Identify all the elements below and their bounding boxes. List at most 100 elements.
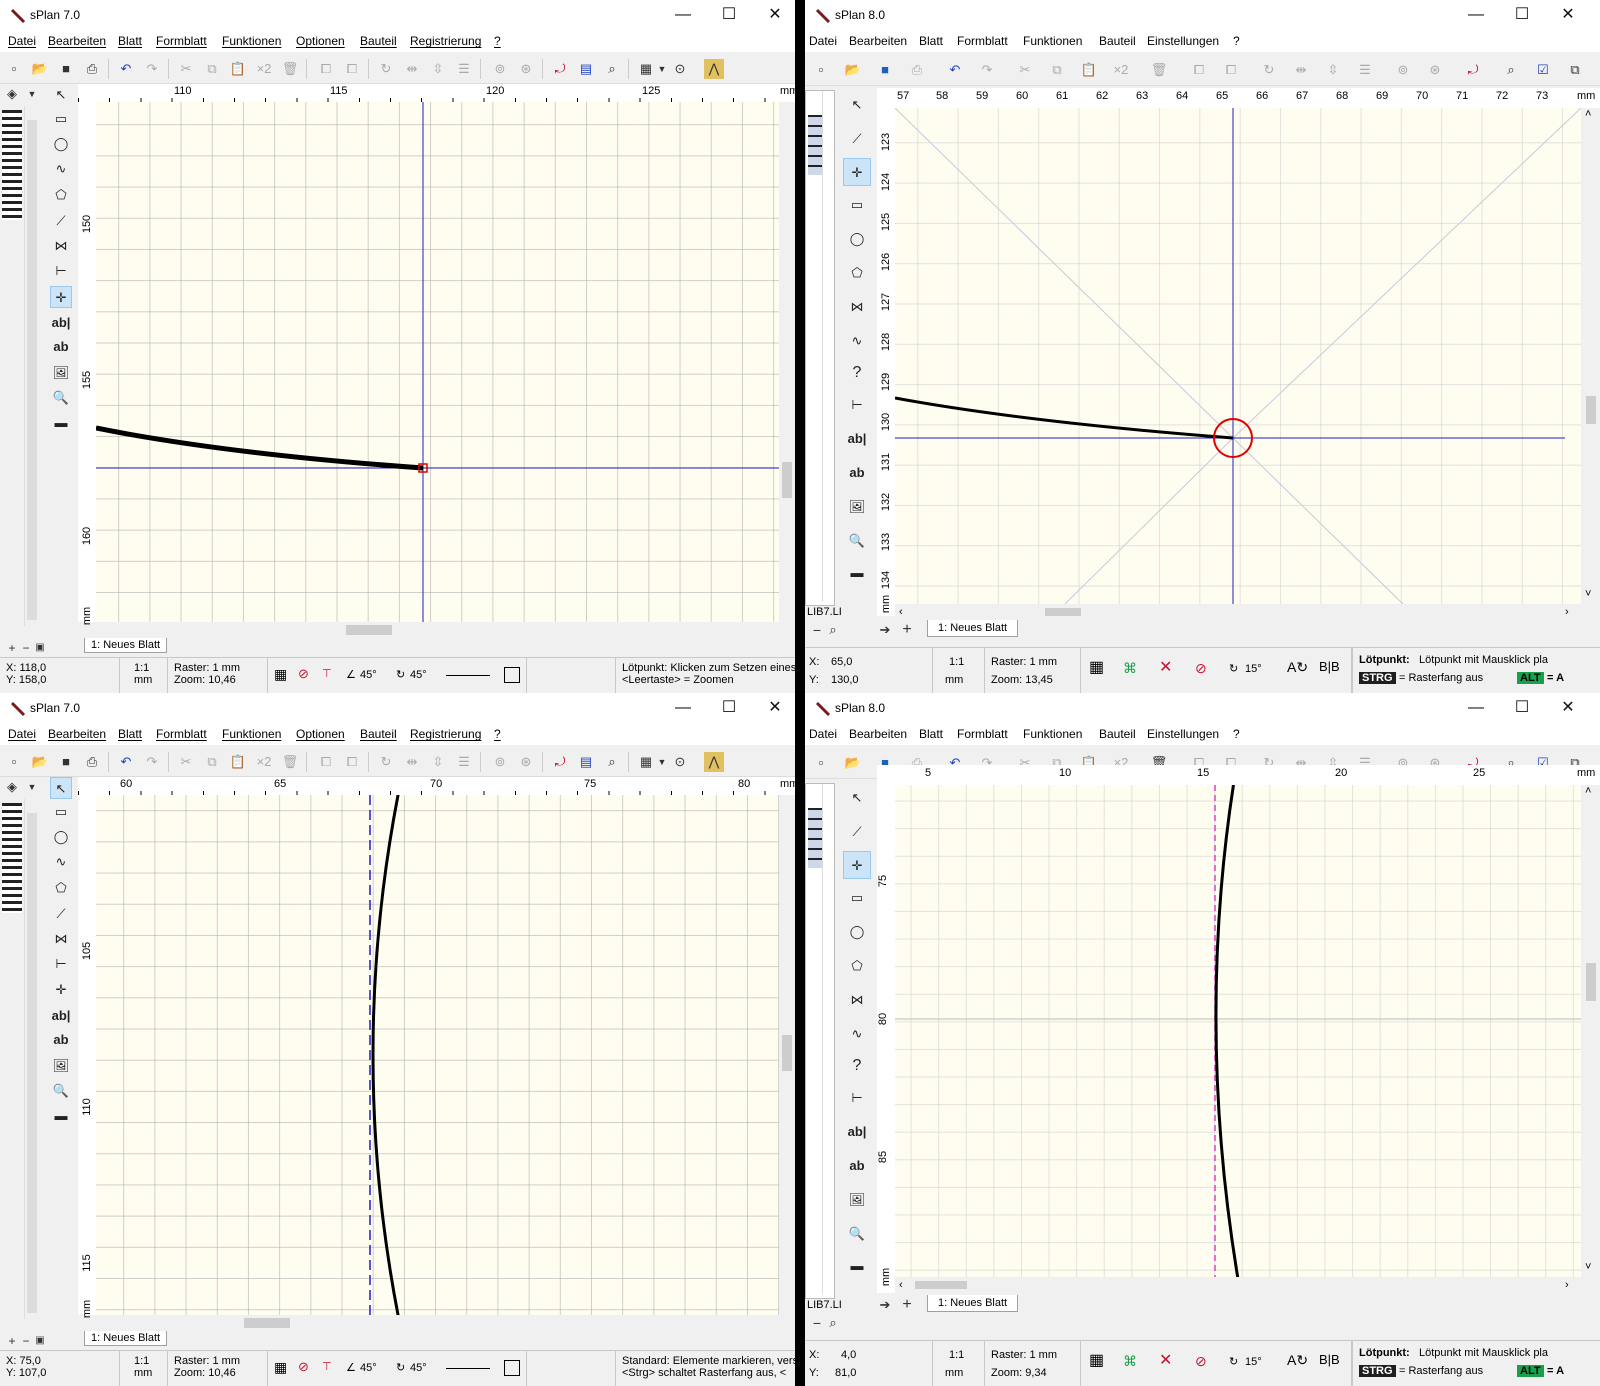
duplicate-icon[interactable]: ×2 [1111,60,1131,80]
close-button[interactable]: ✕ [1545,693,1591,723]
grid-menu-icon[interactable]: ▦ [636,59,656,79]
close-button[interactable]: ✕ [752,0,795,30]
menu-bauteil[interactable]: Bauteil [1099,727,1136,741]
menu-funktionen[interactable]: Funktionen [1023,34,1082,48]
fill-preview[interactable] [504,1360,520,1376]
grid-toggle-icon[interactable]: ▦ [1089,660,1104,676]
rectangle-icon[interactable]: ▭ [50,801,72,823]
menu-optionen[interactable]: Optionen [296,727,345,741]
line-icon[interactable]: ⟋ [50,210,72,232]
textbox-icon[interactable]: ab [846,1155,868,1177]
line-icon[interactable]: ⟋ [50,903,72,925]
find-icon[interactable]: ⌕ [602,752,622,772]
rotate-step-icon[interactable]: ↻ [1229,1356,1238,1368]
snap-icon[interactable]: ⌘ [1123,1354,1137,1368]
connect-icon[interactable]: ⤾ [550,752,570,772]
tab-sheet-1[interactable]: 1: Neues Blatt [84,1331,168,1346]
text-icon[interactable]: ab| [50,1005,72,1027]
window-icon[interactable]: ⧉ [1565,60,1585,80]
new-file-icon[interactable]: ▫ [4,59,24,79]
mirror-v-icon[interactable]: ⇳ [428,59,448,79]
zoom-fit-icon[interactable]: ⊙ [670,59,690,79]
paste-icon[interactable]: 📋 [228,59,248,79]
rectangle-icon[interactable]: ▭ [50,108,72,130]
snap-off-icon[interactable]: ✕ [1159,660,1172,676]
undo-icon[interactable]: ↶ [116,59,136,79]
cut-icon[interactable]: ✂ [176,59,196,79]
menu-registrierung[interactable]: Registrierung [410,34,481,48]
wire-mode-icon[interactable]: ⋀ [704,59,724,79]
menu-bauteil[interactable]: Bauteil [1099,34,1136,48]
pin-snap-icon[interactable]: ⊤ [322,668,332,680]
line-style-preview[interactable] [446,1368,490,1369]
open-folder-icon[interactable]: 📂 [843,60,863,80]
library-scrollbar[interactable] [24,799,38,1319]
menu-funktionen[interactable]: Funktionen [1023,727,1082,741]
image-icon[interactable]: 🖼 [846,1189,868,1211]
open-folder-icon[interactable]: 📂 [30,752,50,772]
grid-dropdown-icon[interactable]: ▼ [656,752,668,772]
zoom-icon[interactable]: 🔍 [846,1223,868,1245]
maximize-button[interactable]: ☐ [1499,693,1545,723]
group-icon[interactable]: ⊚ [490,752,510,772]
line-icon[interactable]: ⟋ [846,821,868,843]
polyline-icon[interactable]: ⋈ [50,235,72,257]
ellipse-icon[interactable]: ◯ [50,826,72,848]
align-icon[interactable]: ☰ [454,59,474,79]
angle-mode-icon[interactable]: ∠ [346,669,356,681]
redo-icon[interactable]: ↷ [977,60,997,80]
angle-mode-icon[interactable]: ∠ [346,1362,356,1374]
delete-icon[interactable]: 🗑 [280,59,300,79]
solder-point-icon[interactable]: ✛ [50,286,72,308]
vertical-scrollbar[interactable]: ˄ ˅ [1581,785,1600,1277]
ungroup-icon[interactable]: ⊛ [1425,60,1445,80]
zoom-icon[interactable]: 🔍 [50,387,72,409]
menu-formblatt[interactable]: Formblatt [957,727,1008,741]
to-front-icon[interactable]: ⧠ [316,59,336,79]
help-icon[interactable]: ? [846,362,868,384]
duplicate-icon[interactable]: ×2 [254,752,274,772]
grid-toggle-icon[interactable]: ▦ [274,667,287,681]
search-library-icon[interactable]: ⌕ [823,1313,843,1333]
bezier-icon[interactable]: ∿ [846,330,868,352]
menu-datei[interactable]: Datei [809,727,837,741]
dimension-icon[interactable]: ⊢ [50,953,72,975]
maximize-button[interactable]: ☐ [1499,0,1545,30]
next-sheet-icon[interactable]: ➔ [875,620,895,640]
menu-datei[interactable]: Datei [8,727,36,741]
library-scrollbar[interactable] [822,784,834,1294]
vertical-scrollbar[interactable] [779,102,795,622]
help-icon[interactable]: ? [846,1055,868,1077]
to-back-icon[interactable]: ⧠ [342,59,362,79]
menu-formblatt[interactable]: Formblatt [156,34,207,48]
menu-blatt[interactable]: Blatt [118,727,142,741]
menu-help[interactable]: ? [494,34,501,48]
snap-off-icon[interactable]: ✕ [1159,1353,1172,1369]
pin-snap-icon[interactable]: ⊤ [322,1361,332,1373]
fill-preview[interactable] [504,667,520,683]
copy-icon[interactable]: ⧉ [1047,60,1067,80]
dimension-icon[interactable]: ⊢ [846,1087,868,1109]
horizontal-scrollbar[interactable]: ‹ › [895,1277,1581,1293]
arrow-icon[interactable]: ↖ [50,84,72,106]
tab-sheet-1[interactable]: 1: Neues Blatt [84,638,168,653]
status-raster[interactable]: Raster: 1 mm [174,662,240,674]
library-dropdown-icon[interactable]: ▼ [22,777,42,797]
to-back-icon[interactable]: ⧠ [342,752,362,772]
connect-icon[interactable]: ⤾ [550,59,570,79]
line-icon[interactable]: ⟋ [846,128,868,150]
ellipse-icon[interactable]: ◯ [846,228,868,250]
minimize-button[interactable]: — [1453,693,1499,723]
status-scale[interactable]: 1:1 [134,662,149,674]
add-sheet-icon[interactable]: + [897,1295,917,1315]
ruler-icon[interactable]: ▬ [846,1255,868,1277]
line-style-preview[interactable] [446,675,490,676]
menu-bearbeiten[interactable]: Bearbeiten [48,34,106,48]
library-icon[interactable]: ◈ [2,777,22,797]
undo-icon[interactable]: ↶ [945,60,965,80]
next-sheet-icon[interactable]: ➔ [875,1295,895,1315]
rotate-step-icon[interactable]: ↻ [396,669,405,681]
partlist-icon[interactable]: ▤ [576,752,596,772]
solder-point-icon[interactable]: ✛ [50,979,72,1001]
zoom-fit-icon[interactable]: ⊙ [670,752,690,772]
